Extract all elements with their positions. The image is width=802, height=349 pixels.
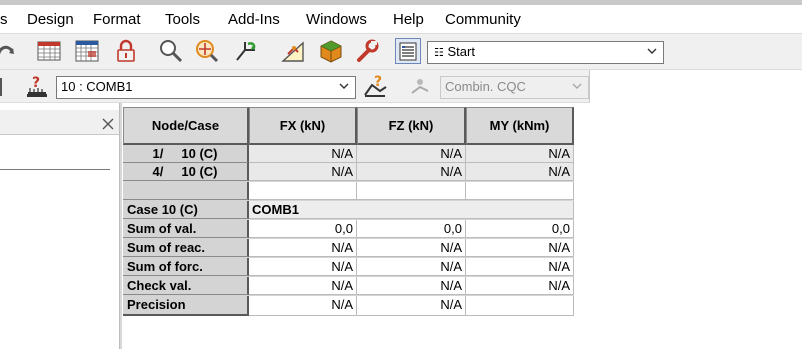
- menu-item-tools[interactable]: Tools: [165, 11, 200, 28]
- row-header-precision[interactable]: Precision: [123, 296, 249, 316]
- left-panel-header: [0, 110, 119, 135]
- left-panel-separator: [0, 169, 110, 170]
- zoom-icon[interactable]: [158, 38, 184, 64]
- axes-rotate-icon[interactable]: [233, 38, 259, 64]
- main-toolbar: ☷ Start: [0, 33, 802, 70]
- menu-item-design[interactable]: Design: [27, 11, 74, 28]
- combination-icon[interactable]: ?: [362, 73, 388, 99]
- row-header-sum-of-forces[interactable]: Sum of forc.: [123, 258, 249, 276]
- table-cell[interactable]: N/A: [466, 258, 574, 276]
- combination-disabled-icon: [408, 73, 434, 99]
- table-cell[interactable]: N/A: [357, 258, 466, 276]
- table-cell[interactable]: N/A: [249, 258, 357, 276]
- view-select-value: ☷ Start: [434, 44, 475, 59]
- combination-type-select: Combin. CQC: [440, 76, 589, 99]
- table-cell[interactable]: N/A: [357, 296, 466, 316]
- menu-item-format[interactable]: Format: [93, 11, 141, 28]
- row-header-node[interactable]: 4/ 10 (C): [123, 163, 249, 181]
- table-cell[interactable]: 0,0: [466, 220, 574, 238]
- table-cell[interactable]: 0,0: [249, 220, 357, 238]
- table-view-icon[interactable]: [395, 38, 421, 64]
- load-case-icon[interactable]: ?: [24, 73, 50, 99]
- grid-mini-icon: ☷: [434, 46, 444, 59]
- column-header-fx[interactable]: FX (kN): [249, 107, 357, 145]
- table-cell-empty[interactable]: [249, 182, 357, 200]
- measure-icon[interactable]: [280, 38, 306, 64]
- table-cell[interactable]: N/A: [249, 296, 357, 316]
- wrench-icon[interactable]: [354, 38, 380, 64]
- row-header-sum-of-reactions[interactable]: Sum of reac.: [123, 239, 249, 257]
- view-select[interactable]: ☷ Start: [427, 41, 664, 64]
- close-icon[interactable]: [100, 116, 116, 132]
- row-header-sum-of-values[interactable]: Sum of val.: [123, 220, 249, 238]
- row-header-case[interactable]: Case 10 (C): [123, 201, 249, 219]
- table-cell[interactable]: N/A: [357, 239, 466, 257]
- table-cell[interactable]: 0,0: [357, 220, 466, 238]
- chevron-down-icon: [339, 83, 349, 89]
- table-cell-empty[interactable]: [466, 182, 574, 200]
- table-cell[interactable]: N/A: [357, 163, 466, 181]
- column-header-node-case[interactable]: Node/Case: [123, 107, 249, 145]
- table-cell[interactable]: N/A: [466, 277, 574, 295]
- table-cell[interactable]: N/A: [249, 145, 357, 163]
- table-icon[interactable]: [36, 38, 62, 64]
- row-header-check-values[interactable]: Check val.: [123, 277, 249, 295]
- toolbar-grip: [0, 78, 2, 96]
- 3d-box-icon[interactable]: [318, 38, 344, 64]
- load-case-select[interactable]: 10 : COMB1: [56, 76, 356, 99]
- reactions-table: Node/Case FX (kN) FZ (kN) MY (kNm) 1/ 10…: [123, 107, 574, 316]
- zoom-target-icon[interactable]: [194, 38, 220, 64]
- column-header-fz[interactable]: FZ (kN): [357, 107, 466, 145]
- panel-splitter[interactable]: [119, 103, 122, 349]
- table-cell[interactable]: N/A: [249, 239, 357, 257]
- menu-item-add-ins[interactable]: Add-Ins: [228, 11, 280, 28]
- lock-icon[interactable]: [113, 38, 139, 64]
- table-cell[interactable]: N/A: [249, 163, 357, 181]
- table-cell[interactable]: N/A: [466, 145, 574, 163]
- svg-text:?: ?: [32, 75, 40, 91]
- case-toolbar: ? 10 : COMB1 ? Combin. CQC: [0, 70, 590, 103]
- chevron-down-icon: [572, 83, 582, 89]
- menu-bar: s Design Format Tools Add-Ins Windows He…: [0, 5, 802, 33]
- menu-item-analysis[interactable]: s: [0, 11, 8, 28]
- menu-item-help[interactable]: Help: [393, 11, 424, 28]
- case-name-cell[interactable]: COMB1: [249, 201, 574, 219]
- table-cell[interactable]: N/A: [357, 145, 466, 163]
- table-cell[interactable]: N/A: [357, 277, 466, 295]
- row-header-empty: [123, 182, 249, 200]
- column-header-my[interactable]: MY (kNm): [466, 107, 574, 145]
- redo-icon[interactable]: [0, 38, 20, 64]
- spreadsheet-icon[interactable]: [74, 38, 100, 64]
- menu-item-community[interactable]: Community: [445, 11, 521, 28]
- table-cell[interactable]: N/A: [466, 239, 574, 257]
- left-panel: [0, 106, 119, 349]
- table-cell[interactable]: N/A: [249, 277, 357, 295]
- table-cell-empty[interactable]: [357, 182, 466, 200]
- table-cell[interactable]: [466, 296, 574, 316]
- table-cell[interactable]: N/A: [466, 163, 574, 181]
- row-header-node[interactable]: 1/ 10 (C): [123, 145, 249, 163]
- chevron-down-icon: [647, 48, 657, 54]
- menu-item-windows[interactable]: Windows: [306, 11, 367, 28]
